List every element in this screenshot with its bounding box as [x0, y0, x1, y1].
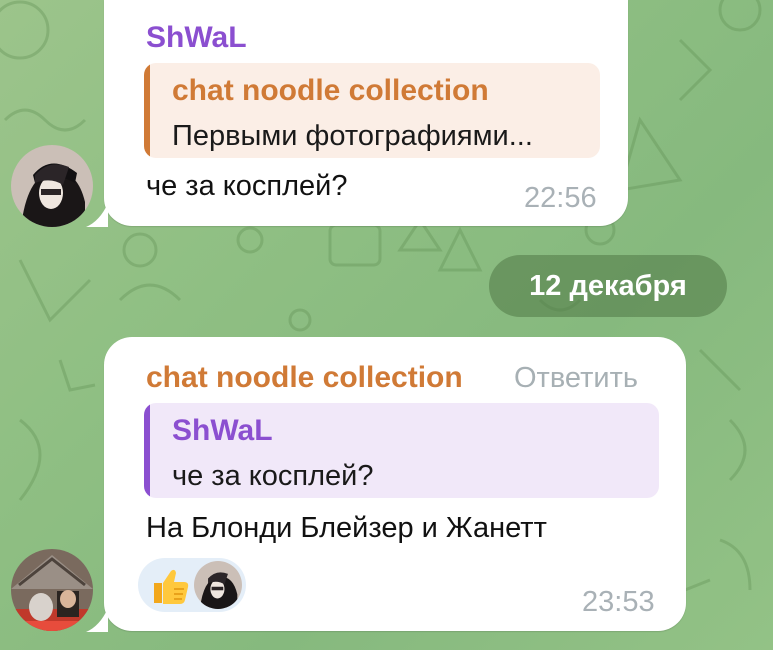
- user-avatar-icon: [194, 561, 242, 609]
- reaction-user-avatar: [194, 561, 242, 609]
- message-bubble[interactable]: ShWaL chat noodle collection Первыми фот…: [86, 0, 628, 227]
- reply-button[interactable]: Ответить: [514, 360, 638, 396]
- message-time: 22:56: [524, 182, 597, 214]
- avatar[interactable]: [11, 549, 93, 631]
- reply-quote-text: че за косплей?: [172, 460, 374, 492]
- message-text: че за косплей?: [146, 170, 348, 202]
- reaction-chip[interactable]: [138, 558, 246, 612]
- bubble-tail: [86, 203, 108, 227]
- reply-quote-text: Первыми фотографиями...: [172, 120, 533, 152]
- reply-quote-bar: [144, 403, 150, 498]
- reply-quote-bar: [144, 63, 150, 158]
- message-sender[interactable]: chat noodle collection: [146, 360, 463, 396]
- thumbs-up-icon: [154, 569, 189, 604]
- group-avatar-icon: [11, 549, 93, 631]
- message-sender[interactable]: ShWaL: [146, 20, 247, 56]
- message-time: 23:53: [582, 586, 655, 618]
- reply-quote-sender: ShWaL: [172, 414, 273, 447]
- avatar[interactable]: [11, 145, 93, 227]
- reply-quote[interactable]: ShWaL че за косплей?: [144, 403, 659, 498]
- user-avatar-icon: [11, 145, 93, 227]
- bubble-tail: [86, 608, 108, 632]
- date-separator: 12 декабря: [489, 255, 727, 317]
- reply-quote[interactable]: chat noodle collection Первыми фотографи…: [144, 63, 600, 158]
- message-text: На Блонди Блейзер и Жанетт: [146, 512, 547, 544]
- reply-quote-sender: chat noodle collection: [172, 74, 489, 107]
